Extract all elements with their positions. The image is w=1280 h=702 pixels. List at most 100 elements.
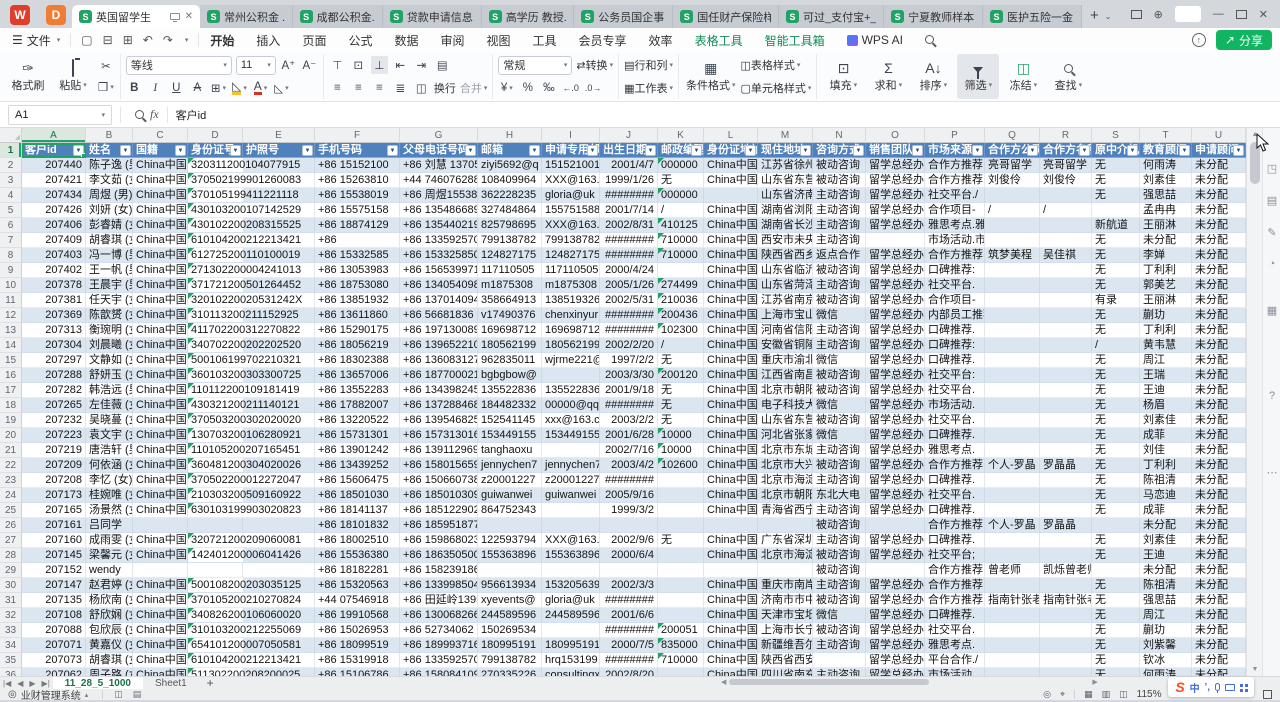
freeze-button[interactable]: ◫冻结▾ [1002,54,1044,99]
cell-I22[interactable]: jennychen7 [542,458,600,473]
cell-G8[interactable]: +86 1533258500 [400,248,478,263]
cell-T9[interactable]: 丁利利 [1140,263,1192,278]
file-tab[interactable]: S成都公积金.xlsx [293,5,383,28]
header-cell-G[interactable]: 父母电话号码▼ [400,143,478,158]
cell-B17[interactable]: 韩浩远 (男 [86,383,133,398]
cell-R2[interactable]: 亮哥留学 [1040,158,1092,173]
clear-format-button[interactable]: ◺▾ [273,79,290,97]
column-header-G[interactable]: G [400,128,478,143]
cell-G27[interactable]: +86 1598680231 [400,533,478,548]
cell-T33[interactable]: 蒯玏 [1140,623,1192,638]
cell-U26[interactable]: 未分配 [1192,518,1246,533]
cell-U23[interactable]: 未分配 [1192,473,1246,488]
cell-N2[interactable]: 被动咨询 [813,158,866,173]
cell-S12[interactable]: 无 [1092,308,1140,323]
cell-A21[interactable]: 207219 [22,443,86,458]
bold-button[interactable]: B [126,79,143,97]
cell-P12[interactable]: 内部员工推荐 [925,308,985,323]
filter-dropdown-icon[interactable]: ▼ [745,145,756,156]
cell-R20[interactable] [1040,428,1092,443]
cell-J11[interactable]: 2002/5/31 [600,293,658,308]
cell-D31[interactable]: 370105200210270824 [188,593,243,608]
cell-F21[interactable]: +86 13901242 [315,443,400,458]
header-cell-O[interactable]: 销售团队▼ [866,143,925,158]
cell-H36[interactable]: 270335226 [478,668,542,676]
filter-button[interactable]: 筛选▾ [957,54,999,99]
cell-Q17[interactable] [985,383,1040,398]
cell-Q13[interactable] [985,323,1040,338]
cell-B7[interactable]: 胡睿琪 (女 [86,233,133,248]
cell-D3[interactable]: 370502199901260083 [188,173,243,188]
cell-R36[interactable] [1040,668,1092,676]
column-header-J[interactable]: J [600,128,658,143]
increase-decimal-icon[interactable]: ←.0 [561,79,580,97]
cell-T15[interactable]: 周江 [1140,353,1192,368]
cell-I35[interactable]: hrq153199 [542,653,600,668]
cell-D6[interactable]: 430102200208315525 [188,218,243,233]
cell-A26[interactable]: 207161 [22,518,86,533]
maximize-button[interactable] [1236,10,1247,19]
cell-P31[interactable]: 合作方推荐 [925,593,985,608]
cell-J26[interactable] [600,518,658,533]
rows-cols-button[interactable]: ▤ 行和列▾ [624,57,673,73]
cell-O18[interactable]: 留学总经办 [866,398,925,413]
cell-M29[interactable] [758,563,813,578]
cell-S6[interactable]: 新航道 [1092,218,1140,233]
cell-O14[interactable]: 留学总经办 [866,338,925,353]
cell-K32[interactable] [658,608,704,623]
cell-S26[interactable] [1092,518,1140,533]
cell-J19[interactable]: 2003/2/2 [600,413,658,428]
export-icon[interactable]: ⊞ [123,33,133,47]
cell-H24[interactable]: guiwanwei [478,488,542,503]
menu-item-视图[interactable]: 视图 [476,30,522,51]
cell-Q19[interactable] [985,413,1040,428]
cell-F16[interactable]: +86 13657006 [315,368,400,383]
cell-S19[interactable]: 无 [1092,413,1140,428]
cell-K22[interactable]: 102600 [658,458,704,473]
cell-B3[interactable]: 李文茹 (女 [86,173,133,188]
file-tab[interactable]: S公务员国企事业单 [574,5,673,28]
horizontal-scrollbar[interactable]: ◀ ▶ [718,678,1128,686]
cell-Q31[interactable]: 指南针张老 [985,593,1040,608]
cell-H19[interactable]: 152541145 [478,413,542,428]
cell-O26[interactable] [866,518,925,533]
cell-I33[interactable] [542,623,600,638]
cell-S13[interactable]: 无 [1092,323,1140,338]
cell-N36[interactable]: 主动咨询 [813,668,866,676]
cell-L22[interactable]: China中国 [704,458,758,473]
cell-Q20[interactable] [985,428,1040,443]
cell-P18[interactable]: 市场活动. [925,398,985,413]
cell-R5[interactable]: / [1040,203,1092,218]
cell-Q23[interactable] [985,473,1040,488]
increase-font-icon[interactable]: A⁺ [280,56,297,74]
cell-S32[interactable]: 无 [1092,608,1140,623]
cell-J25[interactable]: 1999/3/2 [600,503,658,518]
cell-D30[interactable]: 500108200203035125 [188,578,243,593]
cell-Q25[interactable] [985,503,1040,518]
cell-B32[interactable]: 舒欣娴 (女 [86,608,133,623]
header-cell-K[interactable]: 邮政编码▼ [658,143,704,158]
cell-B35[interactable]: 胡睿琪 (女 [86,653,133,668]
cell-G15[interactable]: +86 1360831276 [400,353,478,368]
cell-J18[interactable]: ######## [600,398,658,413]
cell-N22[interactable]: 被动咨询 [813,458,866,473]
cell-I32[interactable]: 244589596 [542,608,600,623]
cell-P28[interactable]: 社交平台; [925,548,985,563]
cell-N28[interactable]: 被动咨询 [813,548,866,563]
cell-N12[interactable]: 微信 [813,308,866,323]
cell-P22[interactable]: 合作方推荐 [925,458,985,473]
cell-P13[interactable]: 口碑推荐. [925,323,985,338]
cell-K2[interactable]: 000000 [658,158,704,173]
cell-B13[interactable]: 衡琬明 (女 [86,323,133,338]
cell-P29[interactable]: 合作方推荐 [925,563,985,578]
cell-U13[interactable]: 未分配 [1192,323,1246,338]
page-view-icon[interactable]: ▥ [1102,689,1111,700]
cell-J33[interactable]: ######## [600,623,658,638]
cell-H9[interactable]: 117110505 [478,263,542,278]
cell-R21[interactable] [1040,443,1092,458]
cell-C23[interactable]: China中国 [133,473,188,488]
orientation-icon[interactable]: ▤ [434,56,451,74]
cell-M25[interactable]: 青海省西宁 [758,503,813,518]
cell-T24[interactable]: 马恋迪 [1140,488,1192,503]
cell-B10[interactable]: 王晨宇 (男 [86,278,133,293]
